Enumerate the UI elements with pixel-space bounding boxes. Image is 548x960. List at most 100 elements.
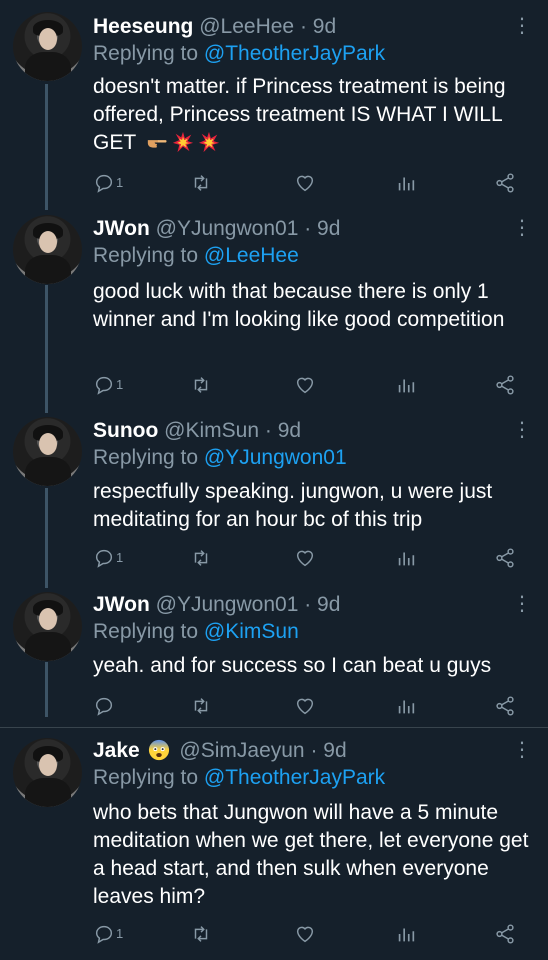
- share-button[interactable]: [494, 921, 516, 945]
- share-icon: [496, 548, 514, 568]
- display-name[interactable]: Heeseung: [93, 15, 193, 38]
- fearful-face-icon: [148, 739, 169, 761]
- reply-count: 1: [116, 376, 124, 392]
- display-name[interactable]: JWon: [93, 217, 150, 240]
- reply-icon: [95, 549, 113, 568]
- share-button[interactable]: [494, 170, 516, 194]
- retweet-button[interactable]: [190, 693, 212, 717]
- like-button[interactable]: [294, 545, 316, 569]
- avatar[interactable]: [13, 12, 82, 81]
- share-icon: [496, 375, 514, 395]
- more-vertical-icon[interactable]: ⋮: [512, 14, 532, 38]
- analytics-button[interactable]: [395, 693, 417, 717]
- display-name[interactable]: Jake: [93, 739, 140, 762]
- retweet-icon: [194, 925, 208, 942]
- avatar[interactable]: [13, 215, 82, 284]
- user-handle[interactable]: @YJungwon01: [156, 217, 299, 240]
- reply-count: 1: [116, 549, 124, 565]
- like-button[interactable]: [294, 693, 316, 717]
- analytics-button[interactable]: [395, 372, 417, 396]
- retweet-button[interactable]: [190, 545, 212, 569]
- user-handle[interactable]: @LeeHee: [199, 15, 294, 38]
- user-handle[interactable]: @SimJaeyun: [179, 739, 304, 762]
- tweet-header: Heeseung @LeeHee · 9d: [93, 14, 336, 40]
- share-icon: [496, 696, 514, 716]
- like-icon: [296, 550, 314, 566]
- replying-to: Replying to @TheotherJayPark: [93, 41, 385, 67]
- share-button[interactable]: [494, 545, 516, 569]
- retweet-icon: [194, 376, 208, 393]
- collision-icon: [172, 131, 193, 153]
- replying-prefix: Replying to: [93, 244, 204, 267]
- replying-to: Replying to @KimSun: [93, 619, 299, 645]
- analytics-icon: [398, 928, 415, 941]
- tweet-header: Sunoo @KimSun · 9d: [93, 418, 301, 444]
- tweet-header: JWon @YJungwon01 · 9d: [93, 216, 340, 242]
- mention-link[interactable]: @TheotherJayPark: [204, 766, 385, 789]
- display-name[interactable]: JWon: [93, 593, 150, 616]
- retweet-button[interactable]: [190, 170, 212, 194]
- reply-button[interactable]: 1: [93, 372, 123, 396]
- like-button[interactable]: [294, 170, 316, 194]
- more-vertical-icon[interactable]: ⋮: [512, 592, 532, 616]
- reply-button[interactable]: [93, 693, 116, 717]
- tweet-text: who bets that Jungwon will have a 5 minu…: [93, 801, 529, 908]
- tweet[interactable]: Sunoo @KimSun · 9d ⋮ Replying to @YJungw…: [0, 410, 548, 585]
- tweet[interactable]: Jake @SimJaeyun · 9d ⋮ Replying to @Theo…: [0, 728, 548, 960]
- mention-link[interactable]: @LeeHee: [204, 244, 299, 267]
- avatar[interactable]: [13, 592, 82, 661]
- replying-to: Replying to @YJungwon01: [93, 445, 347, 471]
- mention-link[interactable]: @KimSun: [204, 620, 299, 643]
- reply-button[interactable]: 1: [93, 170, 123, 194]
- tweet-actions: 1: [0, 921, 548, 945]
- replying-prefix: Replying to: [93, 42, 204, 65]
- tweet-actions: 1: [0, 545, 548, 569]
- user-handle[interactable]: @KimSun: [164, 419, 259, 442]
- display-name[interactable]: Sunoo: [93, 419, 158, 442]
- share-icon: [496, 924, 514, 944]
- timestamp[interactable]: 9d: [323, 739, 346, 762]
- timestamp[interactable]: 9d: [278, 419, 301, 442]
- analytics-button[interactable]: [395, 545, 417, 569]
- tweet[interactable]: JWon @YJungwon01 · 9d ⋮ Replying to @Kim…: [0, 585, 548, 727]
- tweet[interactable]: Heeseung @LeeHee · 9d ⋮ Replying to @The…: [0, 0, 548, 205]
- tweet[interactable]: JWon @YJungwon01 · 9d ⋮ Replying to @Lee…: [0, 205, 548, 410]
- reply-icon: [95, 376, 113, 395]
- replying-prefix: Replying to: [93, 446, 204, 469]
- analytics-button[interactable]: [395, 170, 417, 194]
- analytics-icon: [398, 177, 415, 190]
- reply-button[interactable]: 1: [93, 921, 123, 945]
- like-button[interactable]: [294, 372, 316, 396]
- share-button[interactable]: [494, 372, 516, 396]
- user-handle[interactable]: @YJungwon01: [156, 593, 299, 616]
- more-vertical-icon[interactable]: ⋮: [512, 738, 532, 762]
- like-icon: [296, 698, 314, 714]
- reply-count: 1: [116, 174, 124, 190]
- timestamp[interactable]: 9d: [317, 593, 340, 616]
- share-icon: [496, 173, 514, 193]
- mention-link[interactable]: @YJungwon01: [204, 446, 347, 469]
- more-vertical-icon[interactable]: ⋮: [512, 418, 532, 442]
- retweet-button[interactable]: [190, 921, 212, 945]
- more-vertical-icon[interactable]: ⋮: [512, 216, 532, 240]
- like-icon: [296, 377, 314, 393]
- like-icon: [296, 175, 314, 191]
- avatar[interactable]: [13, 738, 82, 807]
- tweet-text: doesn't matter. if Princess treatment is…: [93, 73, 533, 157]
- timestamp[interactable]: 9d: [313, 15, 336, 38]
- collision-icon: [198, 131, 219, 153]
- reply-count: 1: [116, 925, 124, 941]
- reply-button[interactable]: 1: [93, 545, 123, 569]
- replying-to: Replying to @LeeHee: [93, 243, 299, 269]
- mention-link[interactable]: @TheotherJayPark: [204, 42, 385, 65]
- dot-separator: ·: [259, 419, 278, 442]
- reply-icon: [95, 925, 113, 944]
- analytics-button[interactable]: [395, 921, 417, 945]
- timestamp[interactable]: 9d: [317, 217, 340, 240]
- dot-separator: ·: [304, 739, 324, 762]
- avatar[interactable]: [13, 417, 82, 486]
- share-button[interactable]: [494, 693, 516, 717]
- retweet-button[interactable]: [190, 372, 212, 396]
- reply-icon: [95, 697, 113, 716]
- like-button[interactable]: [294, 921, 316, 945]
